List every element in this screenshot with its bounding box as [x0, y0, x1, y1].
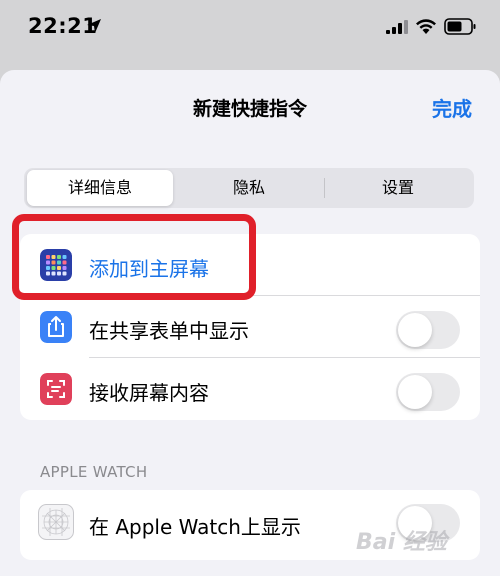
details-group: 添加到主屏幕 在共享表单中显示 接收屏幕内容 — [20, 234, 480, 420]
add-to-home-screen-row[interactable]: 添加到主屏幕 — [20, 234, 480, 296]
done-button[interactable]: 完成 — [432, 93, 472, 122]
screen-content-toggle[interactable] — [396, 373, 460, 411]
receive-screen-content-label: 接收屏幕内容 — [89, 381, 209, 405]
segment-settings[interactable]: 设置 — [325, 170, 471, 206]
share-icon — [40, 311, 72, 343]
segment-privacy[interactable]: 隐私 — [176, 170, 322, 206]
apple-watch-section-header: APPLE WATCH — [40, 463, 148, 481]
screen-capture-icon — [40, 373, 72, 405]
status-bar: 22:21 — [0, 0, 500, 60]
show-on-apple-watch-label: 在 Apple Watch上显示 — [89, 515, 301, 539]
segmented-control: 详细信息 隐私 设置 — [24, 168, 474, 208]
location-arrow-icon — [87, 19, 101, 33]
signal-icon — [386, 20, 408, 34]
segment-details[interactable]: 详细信息 — [27, 170, 173, 206]
toggle-knob — [398, 375, 432, 409]
watermark: Bai 经验 — [356, 530, 447, 555]
battery-icon — [444, 18, 476, 35]
home-screen-grid-icon — [40, 249, 72, 281]
share-sheet-toggle[interactable] — [396, 311, 460, 349]
toggle-knob — [398, 313, 432, 347]
apple-watch-grid-icon — [38, 504, 74, 540]
page-title: 新建快捷指令 — [192, 98, 307, 120]
add-to-home-screen-label: 添加到主屏幕 — [89, 257, 209, 281]
show-in-share-sheet-label: 在共享表单中显示 — [89, 319, 249, 343]
receive-screen-content-row: 接收屏幕内容 — [20, 358, 480, 420]
wifi-icon — [416, 19, 436, 34]
show-in-share-sheet-row: 在共享表单中显示 — [20, 296, 480, 358]
